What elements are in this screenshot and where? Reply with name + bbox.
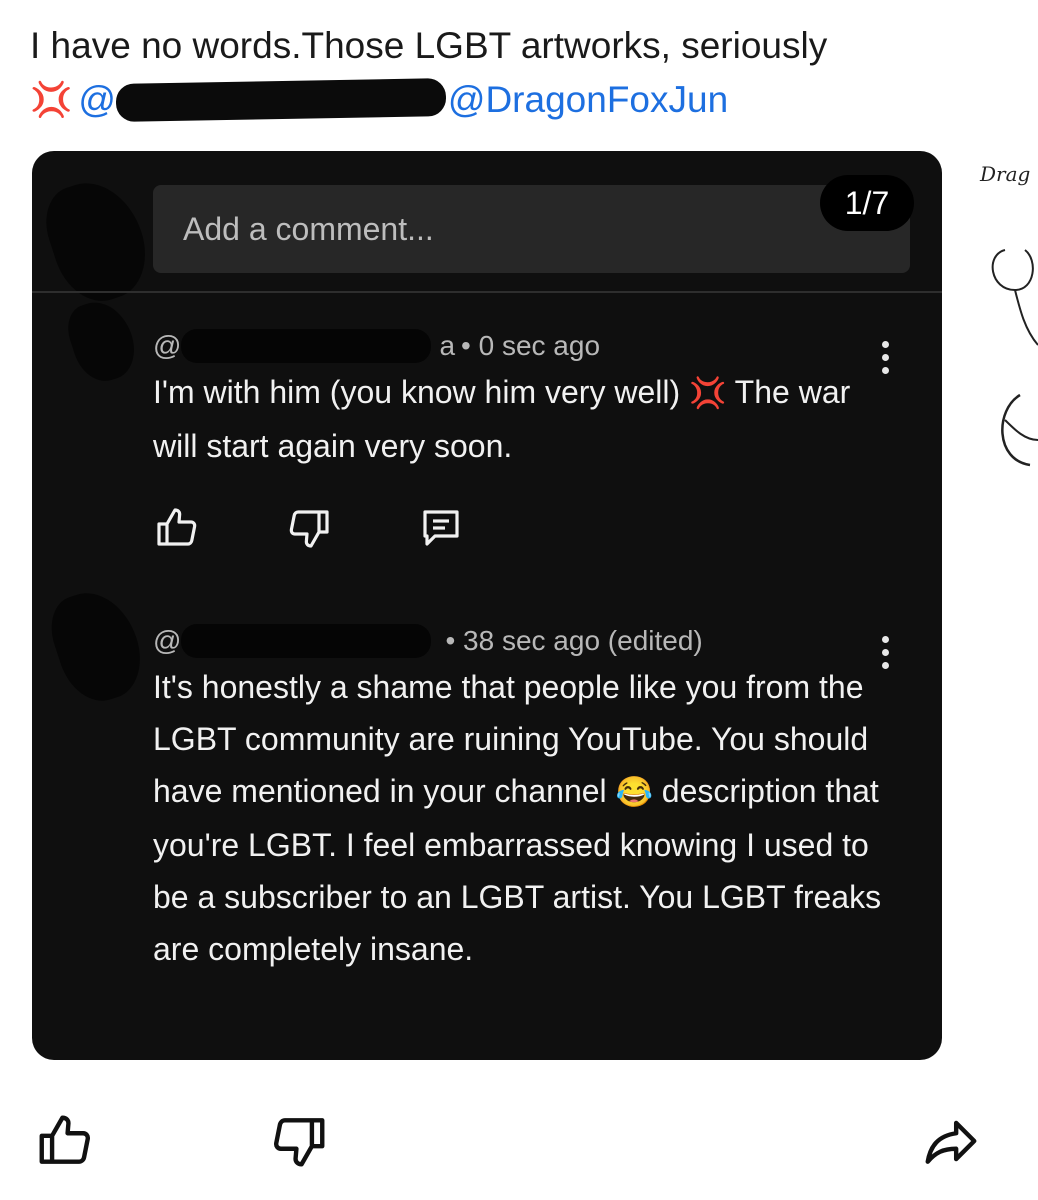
sketch-drawing: [991, 249, 1038, 467]
comment-text: I'm with him (you know him very well) 💢 …: [153, 366, 893, 472]
comment-actions: [153, 504, 465, 552]
screenshot-card: Add a comment... 1/7 @ a • 0 sec ago I'm…: [32, 151, 942, 1060]
comment-text-part: I'm with him (you know him very well): [153, 374, 689, 410]
redaction-bar: [181, 329, 432, 363]
comment-meta: @ • 38 sec ago (edited): [153, 621, 893, 661]
redaction-bar: [181, 624, 432, 658]
mention-line: 💢 @ @DragonFoxJun: [30, 72, 1020, 128]
laughing-emoji-icon: 😂: [615, 776, 653, 809]
anger-icon: 💢: [689, 377, 727, 410]
comment-handle-prefix: @: [153, 330, 182, 361]
reply-icon[interactable]: [417, 504, 465, 552]
comment-time: • 0 sec ago: [461, 330, 601, 361]
comment-item: @ a • 0 sec ago I'm with him (you know h…: [153, 326, 893, 472]
redacted-mention-prefix[interactable]: @: [78, 74, 116, 126]
divider: [32, 291, 942, 293]
image-counter-badge: 1/7: [820, 175, 914, 231]
comment-meta: @ a • 0 sec ago: [153, 326, 893, 366]
more-options-icon[interactable]: [882, 636, 892, 669]
like-icon[interactable]: [153, 504, 201, 552]
share-icon[interactable]: [920, 1110, 982, 1172]
post-text: I have no words.Those LGBT artworks, ser…: [30, 20, 1020, 128]
more-options-icon[interactable]: [882, 341, 892, 374]
side-artwork-preview: Drag: [975, 150, 1038, 510]
comment-item: @ • 38 sec ago (edited) It's honestly a …: [153, 621, 893, 975]
comment-handle-tail: a: [439, 330, 456, 361]
comment-text: It's honestly a shame that people like y…: [153, 661, 893, 975]
post-caption: I have no words.Those LGBT artworks, ser…: [30, 25, 828, 66]
dislike-icon[interactable]: [268, 1110, 330, 1172]
like-icon[interactable]: [34, 1110, 96, 1172]
redaction-scribble: [61, 293, 143, 389]
mention-dragonfoxjun[interactable]: @DragonFoxJun: [448, 74, 728, 126]
comment-time: • 38 sec ago (edited): [445, 625, 703, 656]
comment-input[interactable]: Add a comment...: [153, 185, 910, 273]
comment-handle-prefix: @: [153, 625, 182, 656]
dislike-icon[interactable]: [285, 504, 333, 552]
post-action-bar: [0, 1110, 1038, 1180]
redaction-bar: [115, 78, 447, 122]
redaction-scribble: [41, 581, 153, 711]
anger-icon: 💢: [30, 81, 73, 119]
